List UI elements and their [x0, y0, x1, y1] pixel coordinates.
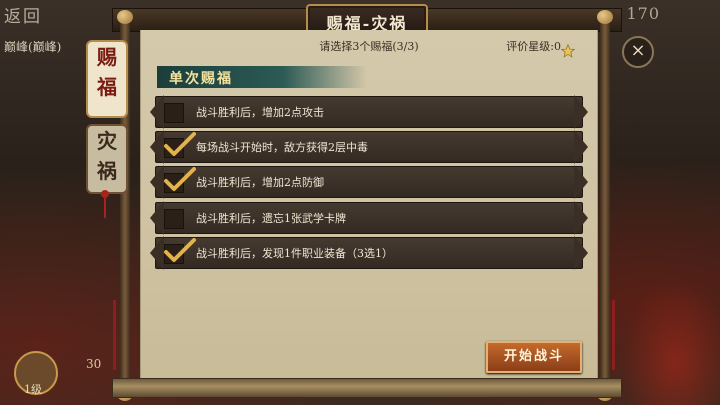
check-icon	[164, 132, 196, 156]
option-row-3[interactable]: 战斗胜利后，增加2点防御	[150, 165, 588, 199]
tab-blessing-label-2: 福	[97, 75, 117, 99]
section-header: 单次赐福	[157, 66, 367, 88]
rod-knob	[597, 10, 613, 24]
tab-blessing-label-1: 赐	[97, 45, 117, 69]
section-title: 单次赐福	[169, 71, 233, 87]
option-edge-left	[150, 201, 164, 235]
blessing-panel: 请选择3个赐福(3/3) 评价星级:0 单次赐福 战斗胜利后，增加2点攻击 每场…	[140, 30, 598, 378]
option-row-2[interactable]: 每场战斗开始时，敌方获得2层中毒	[150, 130, 588, 164]
tab-calamity-label-1: 灾	[97, 129, 117, 153]
option-edge-right	[574, 236, 588, 270]
option-text: 每场战斗开始时，敌方获得2层中毒	[196, 141, 368, 154]
rating-text: 评价星级:0	[506, 40, 561, 53]
top-right-value: 170	[626, 4, 660, 23]
option-text: 战斗胜利后，增加2点防御	[196, 176, 324, 189]
option-checkbox[interactable]	[164, 103, 184, 123]
check-icon	[164, 238, 196, 262]
check-icon	[164, 167, 196, 191]
option-row-5[interactable]: 战斗胜利后，发现1件职业装备（3选1）	[150, 236, 588, 270]
option-edge-right	[574, 130, 588, 164]
option-edge-left	[150, 95, 164, 129]
option-edge-right	[574, 201, 588, 235]
back-button-label[interactable]: 返回	[4, 2, 42, 27]
tab-calamity-label-2: 祸	[97, 159, 117, 183]
option-edge-right	[574, 165, 588, 199]
option-text: 战斗胜利后，遗忘1张武学卡牌	[196, 212, 346, 225]
option-row-4[interactable]: 战斗胜利后，遗忘1张武学卡牌	[150, 201, 588, 235]
tab-calamity[interactable]: 灾 祸	[86, 124, 128, 194]
option-row-1[interactable]: 战斗胜利后，增加2点攻击	[150, 95, 588, 129]
player-name: 巅峰(巅峰)	[4, 40, 62, 54]
rod-knob	[117, 10, 133, 24]
option-edge-right	[574, 95, 588, 129]
level-label: 1级	[24, 383, 42, 396]
rating-label: 评价星级:0	[506, 38, 579, 58]
option-text: 战斗胜利后，发现1件职业装备（3选1）	[196, 247, 393, 260]
scroll-bottom-bar	[112, 378, 622, 398]
rope-decoration	[612, 300, 615, 370]
bottom-left-hud: 30 1级	[10, 350, 120, 396]
start-battle-button[interactable]: 开始战斗	[486, 341, 582, 373]
stat-value: 30	[86, 357, 102, 371]
rope-decoration	[113, 300, 116, 370]
tassel-icon	[101, 190, 109, 218]
star-icon	[561, 44, 575, 58]
scroll-rod-right	[597, 10, 613, 401]
option-text: 战斗胜利后，增加2点攻击	[196, 106, 324, 119]
close-icon[interactable]: ×	[622, 36, 654, 68]
option-checkbox[interactable]	[164, 209, 184, 229]
background-art	[610, 265, 720, 405]
tab-blessing[interactable]: 赐 福	[86, 40, 128, 118]
